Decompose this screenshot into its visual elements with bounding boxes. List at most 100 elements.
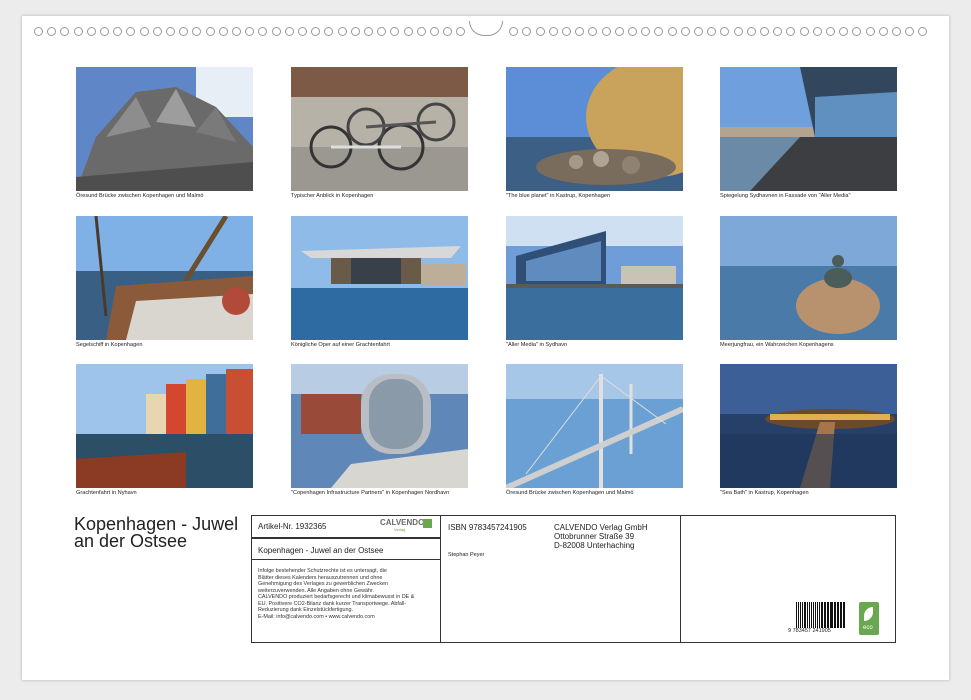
binding-hole: [416, 27, 426, 36]
binding-hole: [456, 27, 466, 36]
binding-hole: [377, 27, 387, 36]
barcode-bar: [816, 602, 818, 628]
binding-hole: [746, 27, 756, 36]
barcode-bar: [800, 602, 801, 628]
binding-hole: [839, 27, 849, 36]
binding-hole: [60, 27, 70, 36]
barcode-bar: [798, 602, 800, 628]
photo-little-mermaid: [720, 216, 897, 340]
binding-hole: [522, 27, 532, 36]
barcode-bar: [835, 602, 837, 628]
binding-hole: [852, 27, 862, 36]
binding-hole: [905, 27, 915, 36]
calendar-title: Kopenhagen - Juwel an der Ostsee: [74, 514, 239, 551]
barcode-bar: [839, 602, 841, 628]
binding-hole: [100, 27, 109, 36]
barcode-bar: [825, 602, 827, 628]
barcode-bar: [827, 602, 829, 628]
photo-royal-opera: [291, 216, 468, 340]
photo-nyhavn: [76, 364, 253, 488]
photo-caption: Grachtenfahrt in Nyhavn: [76, 490, 137, 496]
binding-hole: [588, 27, 598, 36]
binding-hole: [73, 27, 83, 36]
photo-oresund-bridge: [76, 67, 253, 191]
binding-hole: [694, 27, 703, 36]
binding-hole: [443, 27, 453, 36]
barcode-bar: [823, 602, 825, 628]
binding-hole: [245, 27, 255, 36]
photo-caption: Typischer Anblick in Kopenhagen: [291, 193, 374, 199]
calvendo-logo-mark: [423, 519, 432, 528]
binding-hole: [654, 27, 664, 36]
binding-hole: [733, 27, 743, 36]
binding-hole: [535, 27, 545, 36]
binding-hole: [812, 27, 822, 36]
binding-hole: [601, 27, 611, 36]
photo-caption: "Sea Bath" in Kastrup, Kopenhagen: [720, 490, 809, 496]
calvendo-logo: CALVENDO: [380, 518, 425, 527]
barcode-bar: [842, 602, 846, 628]
photo-sailing-ship: [76, 216, 253, 340]
photo-caption: "The blue planet" in Kastrup, Kopenhagen: [506, 193, 611, 199]
binding-hole: [760, 27, 769, 36]
barcode-bar: [837, 602, 839, 628]
photo-blue-planet: [506, 67, 683, 191]
binding-hole: [786, 27, 796, 36]
binding-hole: [205, 27, 215, 36]
photo-caption: "Aller Media" in Sydhavn: [506, 342, 568, 348]
binding-hole: [628, 27, 637, 36]
barcode-bar: [804, 602, 807, 628]
photo-caption: Meerjungfrau, ein Wahrzeichen Kopenhagen…: [720, 342, 834, 348]
binding-hole: [667, 27, 677, 36]
leaf-icon: [864, 607, 873, 621]
binding-hole: [548, 27, 558, 36]
calvendo-logo-sub: Verlag: [394, 527, 406, 532]
barcode-bar: [813, 602, 814, 628]
binding-hole: [126, 27, 136, 36]
barcode: [796, 602, 846, 628]
author-name: Stephan Peyer: [448, 552, 485, 558]
binding-hole: [575, 27, 585, 36]
barcode-bar: [809, 602, 810, 628]
publisher-city: D-82008 Unterhaching: [554, 541, 635, 550]
photo-infrastructure-partners: [291, 364, 468, 488]
binding-hole: [720, 27, 730, 36]
binding-hole: [86, 27, 96, 36]
photo-caption: Spiegelung Sydhavnen in Fassade von "All…: [720, 193, 851, 199]
barcode-bar: [796, 602, 798, 628]
binding-hole: [680, 27, 690, 36]
photo-caption: Königliche Oper auf einer Grachtenfahrt: [291, 342, 390, 348]
calendar-back-page: Öresund Brücke zwischen Kopenhagen und M…: [22, 16, 949, 680]
article-number: Artikel-Nr. 1932365: [258, 522, 327, 531]
barcode-bar: [807, 602, 809, 628]
binding-hole: [350, 27, 360, 36]
binding-hole: [865, 27, 875, 36]
barcode-bar: [814, 602, 816, 628]
photo-aller-media-sydhavn: [506, 216, 683, 340]
binding-hole: [799, 27, 809, 36]
binding-hole: [337, 27, 347, 36]
binding-hole: [113, 27, 123, 36]
binding-hole: [364, 27, 373, 36]
publisher-street: Ottobrunner Straße 39: [554, 532, 635, 541]
binding-hole: [403, 27, 413, 36]
barcode-bar: [818, 602, 820, 628]
binding-hole: [707, 27, 717, 36]
binding-hole: [139, 27, 149, 36]
photo-caption: Segelschiff in Kopenhagen: [76, 342, 143, 348]
isbn: ISBN 9783457241905: [448, 523, 527, 532]
binding-hole: [179, 27, 189, 36]
photo-caption: "Copenhagen Infrastructure Partners" in …: [291, 490, 450, 496]
binding-hole: [166, 27, 175, 36]
binding-hole: [47, 27, 57, 36]
photo-sea-bath: [720, 364, 897, 488]
binding-hole: [34, 27, 43, 36]
binding-hole: [324, 27, 334, 36]
binding-hole: [258, 27, 268, 36]
barcode-bar: [810, 602, 813, 628]
barcode-bar: [820, 602, 823, 628]
binding-hole: [192, 27, 202, 36]
binding-hole: [641, 27, 651, 36]
binding-hole: [614, 27, 624, 36]
photo-oresund-bridge-aerial: [506, 364, 683, 488]
